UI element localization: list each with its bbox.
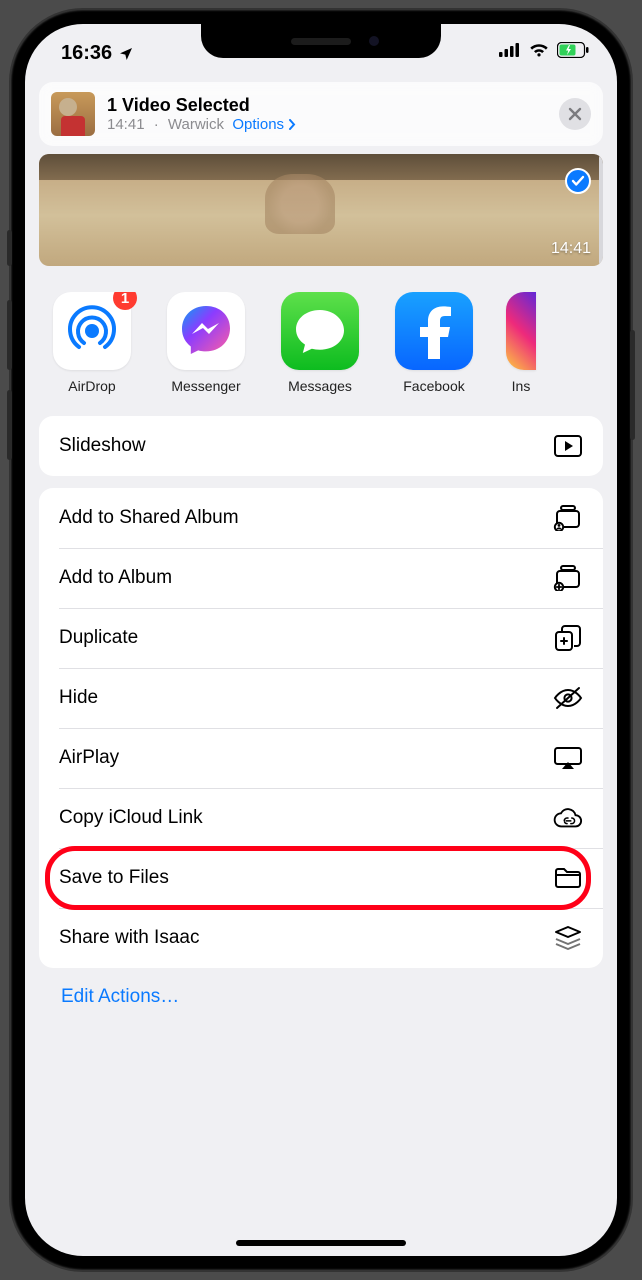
- selection-subtitle: 14:41 · Warwick Options: [107, 116, 547, 133]
- separator: ·: [154, 116, 159, 133]
- selection-title: 1 Video Selected: [107, 95, 547, 116]
- location-arrow-icon: [118, 46, 134, 62]
- cloud-link-icon: [553, 805, 583, 831]
- action-label: AirPlay: [59, 747, 119, 769]
- action-airplay[interactable]: AirPlay: [39, 728, 603, 788]
- preview-content: [265, 174, 335, 234]
- action-save-files[interactable]: Save to Files: [39, 848, 603, 908]
- action-label: Hide: [59, 687, 98, 709]
- action-add-shared-album[interactable]: Add to Shared Album: [39, 488, 603, 548]
- app-messages[interactable]: Messages: [277, 292, 363, 394]
- close-icon: [568, 107, 582, 121]
- selection-location: Warwick: [168, 116, 224, 133]
- mute-switch: [7, 230, 12, 266]
- status-right: [499, 42, 589, 58]
- power-button: [630, 330, 635, 440]
- edit-actions-label: Edit Actions…: [61, 986, 179, 1007]
- options-button[interactable]: Options: [232, 116, 297, 133]
- home-indicator[interactable]: [236, 1240, 406, 1246]
- next-preview-peek: [599, 154, 603, 266]
- airdrop-icon: 1: [53, 292, 131, 370]
- edit-actions-button[interactable]: Edit Actions…: [39, 968, 603, 1020]
- video-preview[interactable]: 14:41: [39, 154, 603, 266]
- volume-down-button: [7, 390, 12, 460]
- action-label: Copy iCloud Link: [59, 807, 203, 829]
- app-label: Facebook: [391, 378, 477, 394]
- action-label: Slideshow: [59, 435, 146, 457]
- app-label: Messages: [277, 378, 363, 394]
- instagram-icon: [506, 292, 536, 370]
- phone-frame: 16:36 1 Video Selected 14:41 · Warwick O…: [11, 10, 631, 1270]
- action-share-isaac[interactable]: Share with Isaac: [39, 908, 603, 968]
- action-label: Add to Shared Album: [59, 507, 239, 529]
- app-label: Messenger: [163, 378, 249, 394]
- wifi-icon: [529, 43, 549, 58]
- action-slideshow[interactable]: Slideshow: [39, 416, 603, 476]
- close-button[interactable]: [559, 98, 591, 130]
- action-hide[interactable]: Hide: [39, 668, 603, 728]
- options-label: Options: [232, 116, 284, 133]
- airdrop-badge: 1: [113, 292, 137, 310]
- shared-album-icon: [553, 505, 583, 531]
- action-label: Add to Album: [59, 567, 172, 589]
- add-album-icon: [553, 565, 583, 591]
- app-messenger[interactable]: Messenger: [163, 292, 249, 394]
- action-label: Save to Files: [59, 867, 169, 889]
- actions-group-2: Add to Shared Album Add to Album Duplica…: [39, 488, 603, 968]
- actions-group-1: Slideshow: [39, 416, 603, 476]
- status-time-area: 16:36: [61, 42, 134, 65]
- selection-thumbnail: [51, 92, 95, 136]
- play-rect-icon: [553, 433, 583, 459]
- share-sheet-header: 1 Video Selected 14:41 · Warwick Options: [39, 82, 603, 146]
- header-texts: 1 Video Selected 14:41 · Warwick Options: [107, 95, 547, 133]
- volume-up-button: [7, 300, 12, 370]
- duplicate-icon: [553, 625, 583, 651]
- share-apps-row[interactable]: 1 AirDrop Messenger: [25, 292, 617, 408]
- selection-checkmark-icon: [565, 168, 591, 194]
- messages-icon: [281, 292, 359, 370]
- action-duplicate[interactable]: Duplicate: [39, 608, 603, 668]
- action-label: Share with Isaac: [59, 927, 199, 949]
- action-add-album[interactable]: Add to Album: [39, 548, 603, 608]
- screen: 16:36 1 Video Selected 14:41 · Warwick O…: [25, 24, 617, 1256]
- notch: [201, 24, 441, 58]
- folder-icon: [553, 865, 583, 891]
- selection-time: 14:41: [107, 116, 145, 133]
- status-time: 16:36: [61, 42, 112, 65]
- action-label: Duplicate: [59, 627, 138, 649]
- actions-section: Slideshow Add to Shared Album Add to Alb…: [39, 416, 603, 1020]
- airplay-icon: [553, 745, 583, 771]
- action-copy-icloud[interactable]: Copy iCloud Link: [39, 788, 603, 848]
- app-airdrop[interactable]: 1 AirDrop: [49, 292, 135, 394]
- facebook-icon: [395, 292, 473, 370]
- app-facebook[interactable]: Facebook: [391, 292, 477, 394]
- eye-slash-icon: [553, 685, 583, 711]
- stack-icon: [553, 925, 583, 951]
- chevron-right-icon: [288, 119, 297, 130]
- messenger-icon: [167, 292, 245, 370]
- app-instagram[interactable]: Ins: [505, 292, 537, 394]
- battery-icon: [557, 42, 589, 58]
- video-duration: 14:41: [551, 240, 591, 258]
- app-label: AirDrop: [49, 378, 135, 394]
- speaker-grille: [291, 38, 351, 45]
- front-camera: [369, 36, 379, 46]
- cellular-signal-icon: [499, 43, 521, 57]
- app-label: Ins: [505, 378, 537, 394]
